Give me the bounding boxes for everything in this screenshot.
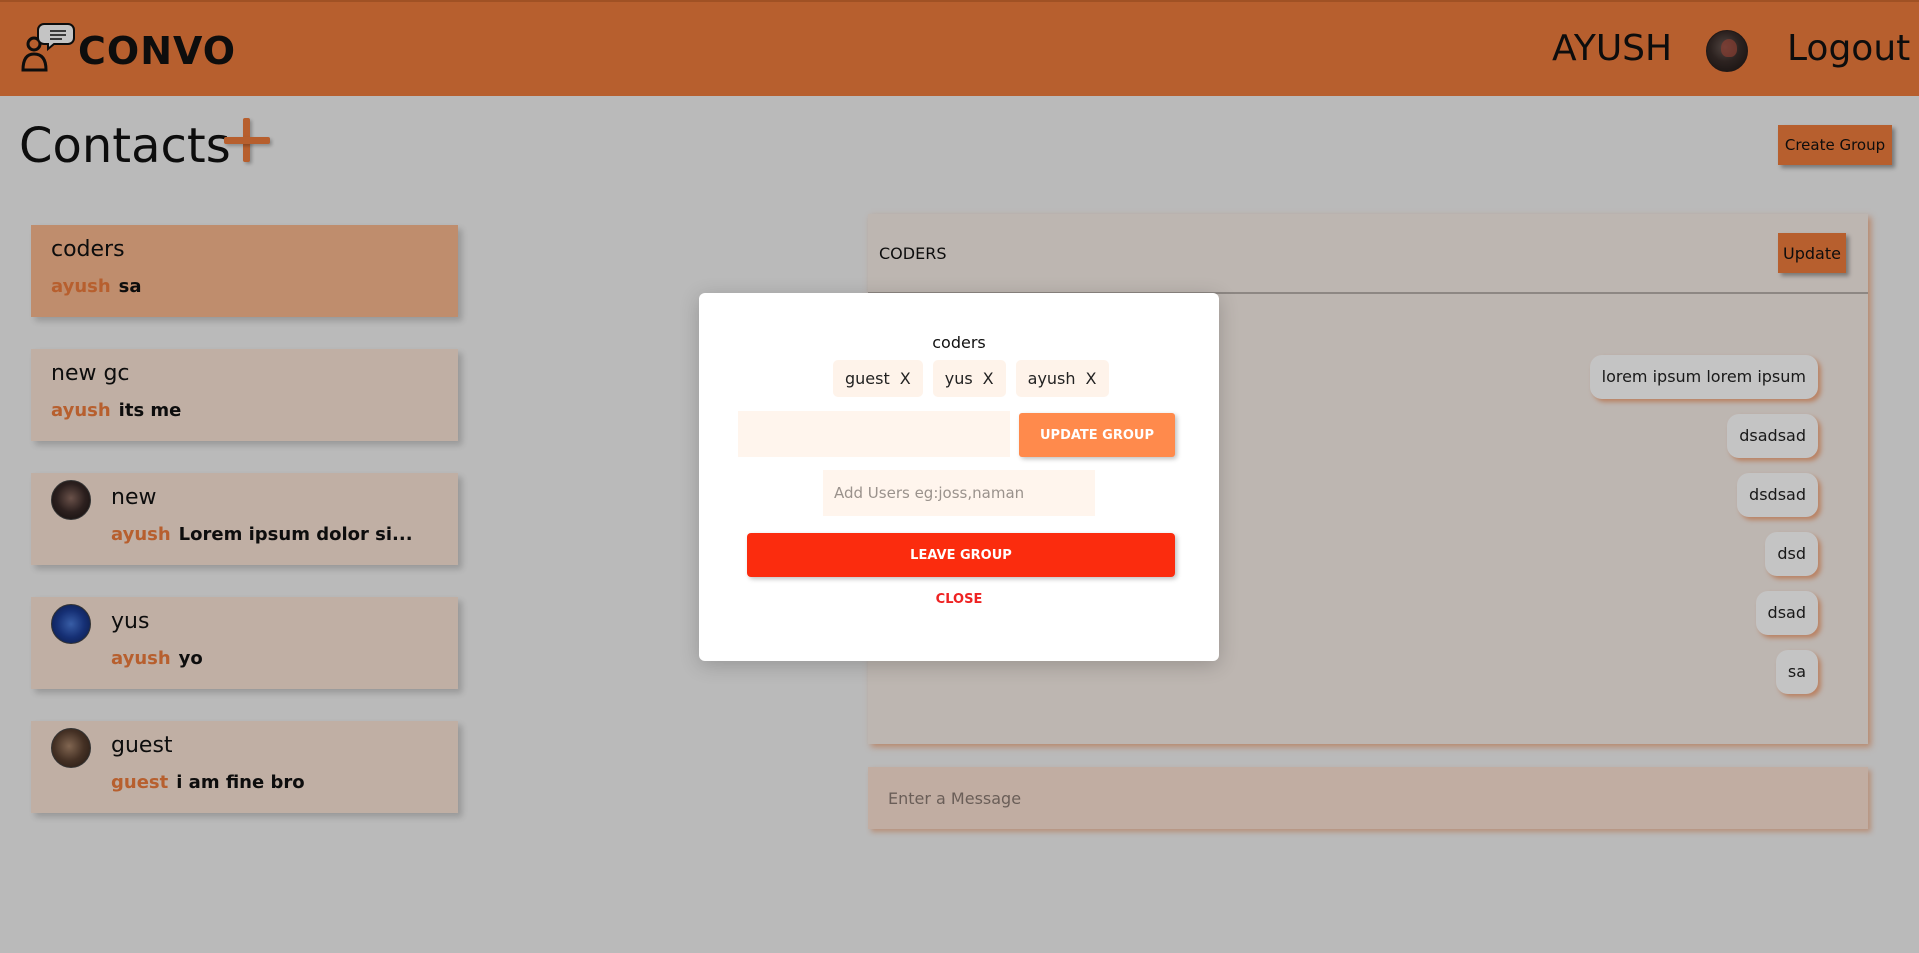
member-name: ayush bbox=[1027, 369, 1076, 388]
leave-group-button[interactable]: LEAVE GROUP bbox=[747, 533, 1175, 577]
modal-title: coders bbox=[932, 333, 986, 352]
add-users-input[interactable] bbox=[823, 470, 1095, 516]
member-name: yus bbox=[944, 369, 973, 388]
member-chip: ayush X bbox=[1015, 360, 1109, 397]
remove-member-icon[interactable]: X bbox=[900, 369, 911, 388]
member-name: guest bbox=[845, 369, 890, 388]
close-button[interactable]: CLOSE bbox=[909, 587, 1009, 611]
member-chip: yus X bbox=[932, 360, 1006, 397]
member-chip: guest X bbox=[833, 360, 923, 397]
update-group-button[interactable]: UPDATE GROUP bbox=[1019, 413, 1175, 457]
remove-member-icon[interactable]: X bbox=[1086, 369, 1097, 388]
remove-member-icon[interactable]: X bbox=[983, 369, 994, 388]
update-group-modal: coders guest X yus X ayush X UPDATE GROU… bbox=[699, 293, 1219, 661]
member-chips: guest X yus X ayush X bbox=[833, 360, 1119, 397]
group-name-input[interactable] bbox=[738, 411, 1010, 457]
